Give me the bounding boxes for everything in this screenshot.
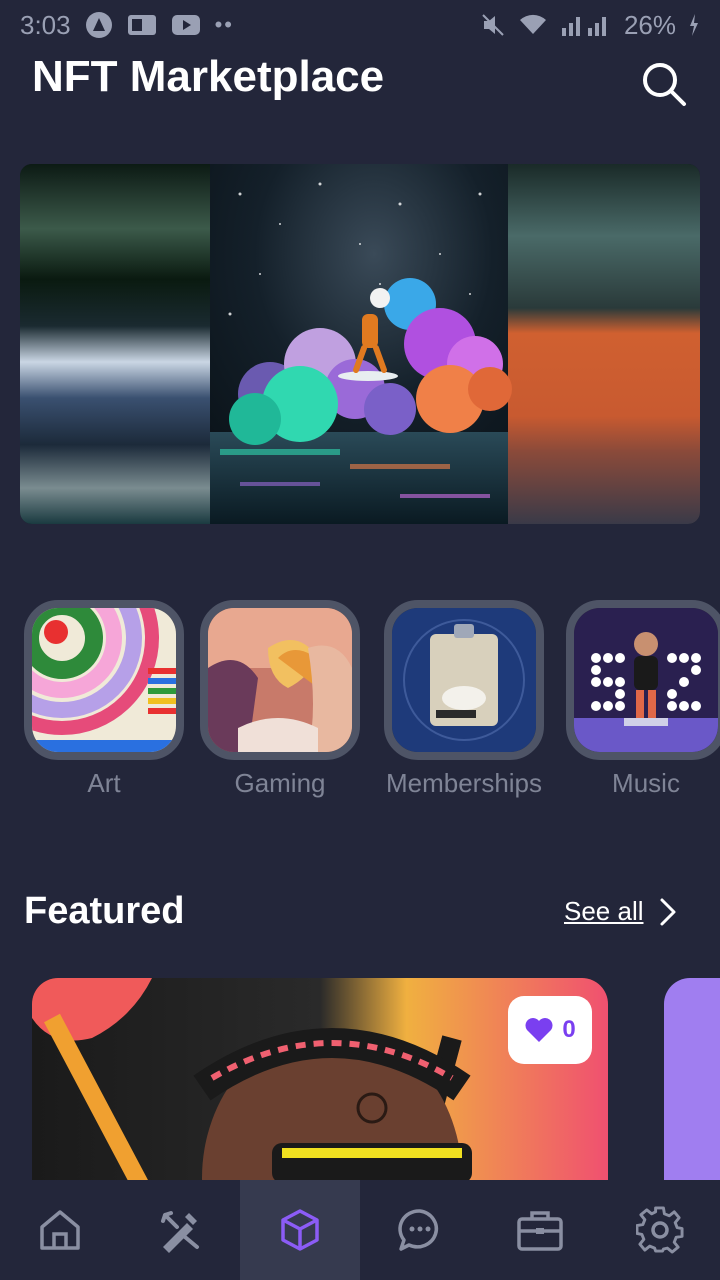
cube-icon (281, 1209, 319, 1251)
category-memberships-thumbnail (384, 600, 544, 760)
more-notifications-icon: •• (214, 12, 235, 37)
category-music-thumbnail (566, 600, 720, 760)
category-gaming[interactable]: Gaming (198, 600, 362, 799)
create-icon (161, 1211, 199, 1253)
nav-marketplace[interactable] (240, 1180, 360, 1280)
settings-icon (636, 1206, 684, 1254)
nft-marketplace-screen: 3:03 •• 26% NFT Marketplace Art Gaming M… (0, 0, 720, 1280)
status-bar: 3:03 •• 26% (0, 0, 720, 50)
category-label: Memberships (385, 768, 543, 798)
category-label: Gaming (234, 768, 326, 798)
category-art[interactable]: Art (22, 600, 186, 799)
battery-percent: 26% (623, 9, 676, 40)
heart-icon (525, 1018, 553, 1042)
signal-icon (560, 12, 612, 38)
search-icon (643, 63, 686, 106)
nav-settings[interactable] (600, 1180, 720, 1280)
briefcase-icon (517, 1211, 563, 1251)
page-title: NFT Marketplace (32, 52, 385, 101)
category-label: Music (612, 768, 680, 798)
nav-create[interactable] (120, 1180, 240, 1280)
hero-banner-image (20, 164, 700, 524)
see-all-link[interactable]: See all (564, 896, 678, 927)
nav-portfolio[interactable] (480, 1180, 600, 1280)
chevron-right-icon (660, 898, 675, 925)
category-row: Art Gaming Memberships Music (0, 600, 720, 810)
app-notification-icon (85, 11, 113, 39)
nav-chat[interactable] (360, 1180, 480, 1280)
youtube-icon (171, 13, 201, 37)
bottom-navigation (0, 1180, 720, 1280)
chat-icon (398, 1209, 439, 1251)
category-memberships[interactable]: Memberships (382, 600, 546, 799)
home-icon (40, 1210, 80, 1250)
like-count: 0 (562, 1016, 576, 1043)
featured-nft-card-next[interactable] (664, 978, 720, 1188)
see-all-label: See all (564, 896, 644, 926)
hero-banner[interactable] (20, 164, 700, 524)
battery-charging-icon (688, 13, 700, 37)
mute-icon (480, 12, 506, 38)
featured-heading: Featured (24, 890, 185, 932)
search-button[interactable] (636, 56, 692, 112)
like-button[interactable]: 0 (508, 996, 592, 1064)
category-music[interactable]: Music (564, 600, 720, 799)
category-gaming-thumbnail (200, 600, 360, 760)
nav-home[interactable] (0, 1180, 120, 1280)
status-time: 3:03 (20, 9, 71, 40)
category-label: Art (87, 768, 121, 798)
outlook-icon (127, 12, 157, 38)
category-art-thumbnail (24, 600, 184, 760)
wifi-icon (518, 12, 548, 38)
